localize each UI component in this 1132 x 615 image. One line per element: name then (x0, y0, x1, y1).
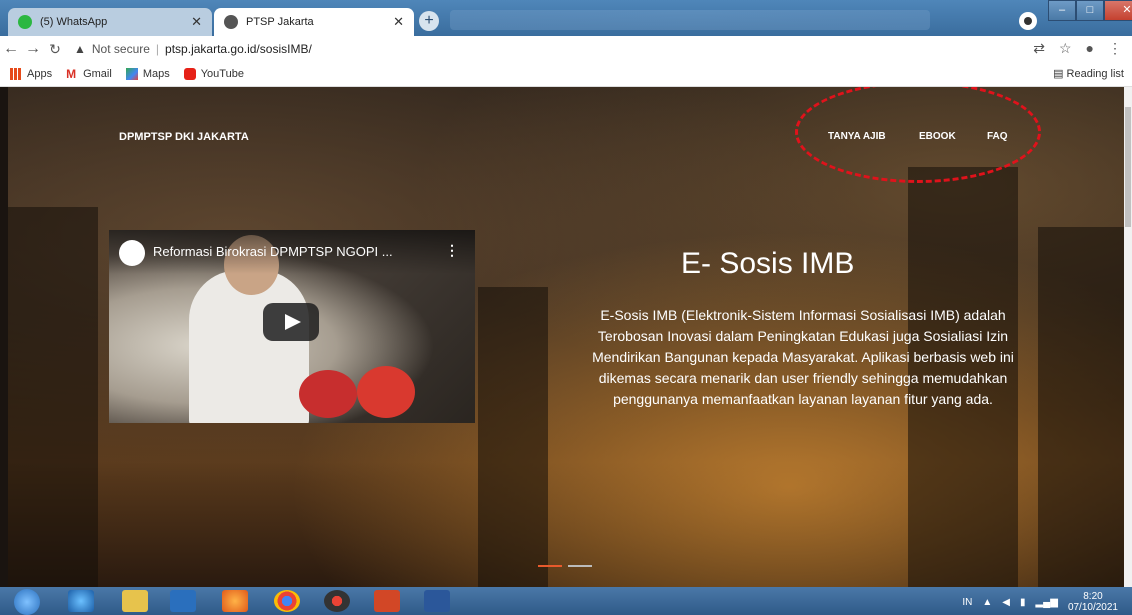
maps-icon (125, 68, 138, 80)
tab-label: PTSP Jakarta (246, 16, 314, 28)
profile-icon[interactable] (1019, 12, 1037, 30)
tab-label: (5) WhatsApp (40, 16, 108, 28)
volume-icon[interactable]: ◀ (1002, 597, 1010, 608)
background-building (1038, 227, 1124, 587)
clock-date: 07/10/2021 (1067, 602, 1118, 613)
video-title[interactable]: Reformasi Birokrasi DPMPTSP NGOPI ... (153, 244, 393, 259)
whatsapp-icon (18, 15, 32, 29)
new-tab-button[interactable]: + (419, 11, 439, 31)
titlebar-background (450, 10, 930, 30)
hero-description: E-Sosis IMB (Elektronik-Sistem Informasi… (592, 307, 1014, 407)
reload-icon[interactable]: ↻ (44, 41, 66, 58)
close-icon[interactable]: ✕ (191, 14, 202, 30)
site-brand[interactable]: DPMPTSP DKI JAKARTA (119, 131, 249, 143)
signal-icon[interactable]: ▂▄▆ (1035, 597, 1057, 608)
clock[interactable]: 8:20 07/10/2021 (1068, 591, 1118, 613)
url-text: ptsp.jakarta.go.id/sosisIMB/ (165, 42, 312, 56)
bookmark-apps[interactable]: Apps (10, 68, 52, 80)
carousel-indicator[interactable] (568, 565, 592, 567)
embedded-video[interactable]: Reformasi Birokrasi DPMPTSP NGOPI ... ⋮ (109, 230, 475, 423)
warning-icon[interactable]: ▲ (74, 42, 86, 56)
language-indicator[interactable]: IN (962, 597, 972, 608)
firefox-icon[interactable] (222, 590, 248, 612)
network-icon[interactable]: ▮ (1020, 597, 1026, 608)
browser-toolbar: ← → ↻ ▲ Not secure | ptsp.jakarta.go.id/… (0, 36, 1132, 62)
video-frame-doll (299, 370, 357, 418)
divider: | (155, 42, 160, 56)
security-label: Not secure (91, 42, 150, 56)
play-button[interactable] (263, 303, 319, 341)
channel-logo-icon[interactable] (119, 240, 145, 266)
minimize-button[interactable]: – (1048, 0, 1076, 21)
browser-titlebar: (5) WhatsApp ✕ PTSP Jakarta ✕ + – □ ✕ (0, 0, 1132, 36)
explorer-icon[interactable] (122, 590, 148, 612)
close-icon[interactable]: ✕ (393, 14, 404, 30)
carousel-indicator-active[interactable] (538, 565, 562, 567)
windows-taskbar: IN ▲ ◀ ▮ ▂▄▆ 8:20 07/10/2021 (0, 587, 1132, 615)
media-player-icon[interactable] (170, 590, 196, 612)
reading-list-button[interactable]: ▤ Reading list (1053, 67, 1124, 80)
maximize-button[interactable]: □ (1076, 0, 1104, 21)
system-tray: IN ▲ ◀ ▮ ▂▄▆ 8:20 07/10/2021 (962, 591, 1118, 613)
bookmark-label: Maps (142, 68, 170, 80)
bookmarks-bar: Apps M Gmail Maps YouTube ▤ Reading list (0, 62, 1132, 87)
scrollbar-thumb[interactable] (1125, 107, 1131, 227)
apps-grid-icon (10, 68, 22, 80)
scrollbar[interactable] (1124, 87, 1132, 587)
powerpoint-icon[interactable] (374, 590, 400, 612)
tab-ptsp-jakarta[interactable]: PTSP Jakarta ✕ (214, 8, 414, 36)
more-vert-icon[interactable]: ⋮ (445, 242, 459, 259)
background-building (8, 207, 98, 587)
page-hero: DPMPTSP DKI JAKARTA TANYA AJIB EBOOK FAQ… (8, 87, 1124, 587)
youtube-icon (183, 68, 196, 80)
more-icon[interactable]: ⋮ (1108, 40, 1122, 57)
close-window-button[interactable]: ✕ (1104, 0, 1132, 21)
reading-list-icon: ▤ (1053, 68, 1067, 80)
start-button[interactable] (14, 589, 40, 615)
address-bar[interactable]: ▲ Not secure | ptsp.jakarta.go.id/sosisI… (74, 42, 312, 56)
tray-arrow-icon[interactable]: ▲ (982, 597, 992, 608)
chrome-icon[interactable] (274, 590, 300, 612)
bookmark-label: YouTube (200, 68, 244, 80)
background-building (478, 287, 548, 587)
tab-whatsapp[interactable]: (5) WhatsApp ✕ (8, 8, 212, 36)
bookmark-maps[interactable]: Maps (125, 68, 170, 80)
gmail-icon: M (66, 67, 77, 81)
account-icon[interactable]: ● (1086, 40, 1094, 57)
forward-icon[interactable]: → (22, 40, 44, 58)
clock-time: 8:20 (1083, 591, 1103, 602)
window-controls: – □ ✕ (1048, 0, 1132, 21)
translate-icon[interactable]: ⇄ (1033, 40, 1045, 57)
bookmark-label: Apps (27, 68, 53, 80)
ie-icon[interactable] (68, 590, 94, 612)
bookmark-youtube[interactable]: YouTube (183, 68, 244, 80)
bookmark-label: Gmail (83, 68, 112, 80)
globe-icon (224, 15, 238, 29)
word-icon[interactable] (424, 590, 450, 612)
hero-title: E- Sosis IMB (681, 247, 855, 280)
back-icon[interactable]: ← (0, 40, 22, 58)
star-icon[interactable]: ☆ (1059, 40, 1072, 57)
bookmark-gmail[interactable]: M Gmail (66, 68, 112, 80)
reading-list-label: Reading list (1066, 68, 1124, 80)
chrome-canary-icon[interactable] (324, 590, 350, 612)
video-frame-doll (357, 366, 415, 418)
